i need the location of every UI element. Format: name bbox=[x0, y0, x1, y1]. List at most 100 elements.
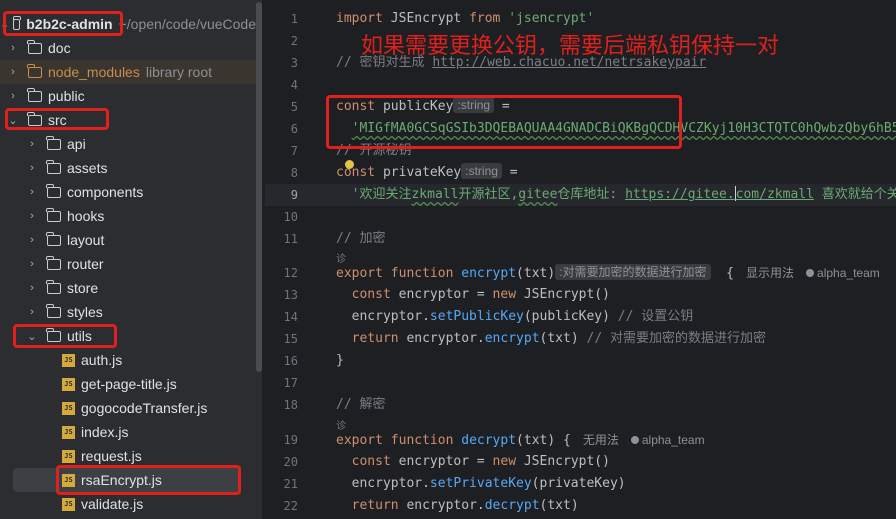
code-token: new bbox=[492, 287, 524, 302]
code-text: encryptor.setPublicKey(publicKey) // 设置公… bbox=[336, 306, 694, 328]
code-line[interactable]: 11 // 加密 bbox=[265, 228, 896, 250]
code-editor[interactable]: 1 import JSEncrypt from 'jsencrypt' 2 3// 密… bbox=[265, 0, 896, 519]
annotation-box-utils bbox=[13, 324, 117, 348]
tree-item-label: validate.js bbox=[81, 496, 144, 512]
line-number: 14 bbox=[283, 310, 298, 324]
tree-item-index-js[interactable]: JS index.js bbox=[0, 420, 256, 444]
tree-item-layout[interactable]: › layout bbox=[0, 228, 256, 252]
line-number: 11 bbox=[283, 232, 298, 246]
inlay-hint: :string bbox=[461, 163, 502, 179]
code-token: https://gitee. bbox=[625, 187, 735, 202]
tree-item-components[interactable]: › components bbox=[0, 180, 256, 204]
tree-item-label: router bbox=[67, 256, 104, 272]
tree-item-router[interactable]: › router bbox=[0, 252, 256, 276]
js-file-icon: JS bbox=[62, 377, 75, 391]
tree-item-api[interactable]: › api bbox=[0, 132, 256, 156]
ai-hint-icon[interactable]: 诊 bbox=[336, 417, 346, 432]
code-token: encrypt bbox=[484, 331, 540, 346]
code-token: encryptor = bbox=[398, 287, 493, 302]
code-line[interactable]: 13 const encryptor = new JSEncrypt() bbox=[265, 284, 896, 306]
code-token: const bbox=[351, 287, 399, 302]
chevron-right-icon[interactable]: › bbox=[8, 66, 18, 78]
tree-item-store[interactable]: › store bbox=[0, 276, 256, 300]
chevron-right-icon[interactable]: › bbox=[27, 234, 37, 246]
code-line[interactable]: 14 encryptor.setPublicKey(publicKey) // … bbox=[265, 306, 896, 328]
chevron-right-icon[interactable]: › bbox=[27, 162, 37, 174]
code-vision-usages[interactable]: 无用法 bbox=[583, 433, 619, 447]
code-line[interactable]: 19 export function decrypt(txt) {无用法 alpha… bbox=[265, 429, 896, 451]
code-token: 'jsencrypt' bbox=[508, 11, 595, 26]
line-number: 4 bbox=[290, 78, 298, 92]
code-line[interactable]: 16} bbox=[265, 350, 896, 372]
code-line[interactable]: 18 // 解密 bbox=[265, 394, 896, 416]
tree-item-label: index.js bbox=[81, 424, 129, 440]
code-text: return encryptor.encrypt(txt) // 对需要加密的数… bbox=[336, 328, 766, 350]
user-icon bbox=[806, 269, 815, 277]
chevron-right-icon[interactable]: › bbox=[27, 210, 37, 222]
js-file-icon: JS bbox=[62, 353, 75, 367]
tree-item-assets[interactable]: › assets bbox=[0, 156, 256, 180]
code-token: '欢迎关注 bbox=[351, 187, 412, 202]
tree-item-get-page-title-js[interactable]: JS get-page-title.js bbox=[0, 372, 256, 396]
tree-item-gogocodetransfer-js[interactable]: JS gogocodeTransfer.js bbox=[0, 396, 256, 420]
chevron-right-icon[interactable]: › bbox=[8, 90, 18, 102]
code-token: 开源社区, bbox=[458, 187, 519, 202]
code-line[interactable]: 4 bbox=[265, 74, 896, 96]
ai-hint-icon[interactable]: 诊 bbox=[336, 250, 346, 265]
annotation-box-rsaencrypt bbox=[56, 465, 241, 495]
chevron-right-icon[interactable]: › bbox=[27, 306, 37, 318]
code-token: (privateKey) bbox=[531, 476, 626, 491]
code-token: (txt) { bbox=[516, 433, 571, 448]
tree-item-label: assets bbox=[67, 160, 108, 176]
code-line[interactable]: 1 import JSEncrypt from 'jsencrypt' bbox=[265, 8, 896, 30]
code-token: (txt) bbox=[539, 498, 579, 513]
code-vision-author[interactable]: alpha_team bbox=[806, 266, 880, 280]
js-file-icon: JS bbox=[62, 401, 75, 415]
js-file-icon: JS bbox=[62, 449, 75, 463]
code-line[interactable]: 8 const privateKey:string = bbox=[265, 162, 896, 184]
tree-item-styles[interactable]: › styles bbox=[0, 300, 256, 324]
code-token: VCZKyj10H3CTQTC0hQwbzQby6hB5 bbox=[680, 121, 896, 136]
code-line[interactable]: 21 encryptor.setPrivateKey(privateKey) bbox=[265, 473, 896, 495]
folder-icon bbox=[46, 303, 61, 318]
folder-icon bbox=[27, 39, 42, 54]
code-token: } bbox=[336, 353, 344, 368]
chevron-right-icon[interactable]: › bbox=[27, 258, 37, 270]
code-line[interactable]: 20 const encryptor = new JSEncrypt() bbox=[265, 451, 896, 473]
tree-item-auth-js[interactable]: JS auth.js bbox=[0, 348, 256, 372]
code-token: setPrivateKey bbox=[429, 476, 532, 491]
line-number: 21 bbox=[283, 477, 298, 491]
code-line[interactable]: 15 return encryptor.encrypt(txt) // 对需要加… bbox=[265, 328, 896, 350]
code-line[interactable]: 12 export function encrypt(txt):对需要加密的数据进… bbox=[265, 262, 896, 284]
code-vision-author[interactable]: alpha_team bbox=[630, 433, 705, 447]
code-vision-usages[interactable]: 显示用法 bbox=[746, 266, 794, 280]
chevron-right-icon[interactable]: › bbox=[27, 138, 37, 150]
tree-item-validate-js[interactable]: JS validate.js bbox=[0, 492, 256, 516]
line-number: 16 bbox=[283, 354, 298, 368]
code-text: // 解密 bbox=[336, 394, 385, 416]
code-token: return bbox=[351, 498, 407, 513]
code-line[interactable]: 17 bbox=[265, 372, 896, 394]
tree-item-node-modules[interactable]: › node_modules library root bbox=[0, 60, 256, 84]
code-token: (publicKey) bbox=[523, 309, 618, 324]
code-token: privateKey bbox=[382, 165, 462, 180]
annotation-box-src bbox=[5, 108, 109, 130]
lightbulb-icon[interactable] bbox=[345, 160, 354, 169]
annotation-box-publickey bbox=[326, 95, 682, 149]
tree-item-doc[interactable]: › doc bbox=[0, 36, 256, 60]
tree-item-public[interactable]: › public bbox=[0, 84, 256, 108]
chevron-right-icon[interactable]: › bbox=[8, 42, 18, 54]
code-text: export function decrypt(txt) {无用法 alpha_t… bbox=[336, 429, 705, 452]
chevron-right-icon[interactable]: › bbox=[27, 282, 37, 294]
code-line[interactable]: 10 bbox=[265, 206, 896, 228]
code-text: // 加密 bbox=[336, 228, 385, 250]
annotation-text: 如果需要更换公钥，需要后端私钥保持一对 bbox=[361, 34, 780, 59]
code-line[interactable]: 22 return encryptor.decrypt(txt) bbox=[265, 495, 896, 517]
code-token: export bbox=[336, 433, 391, 448]
chevron-right-icon[interactable]: › bbox=[27, 186, 37, 198]
code-line[interactable]: 9 '欢迎关注zkmall开源社区,gitee仓库地址: https://git… bbox=[265, 184, 896, 206]
tree-item-hooks[interactable]: › hooks bbox=[0, 204, 256, 228]
code-token: // 解密 bbox=[336, 397, 386, 412]
folder-icon bbox=[46, 159, 61, 174]
